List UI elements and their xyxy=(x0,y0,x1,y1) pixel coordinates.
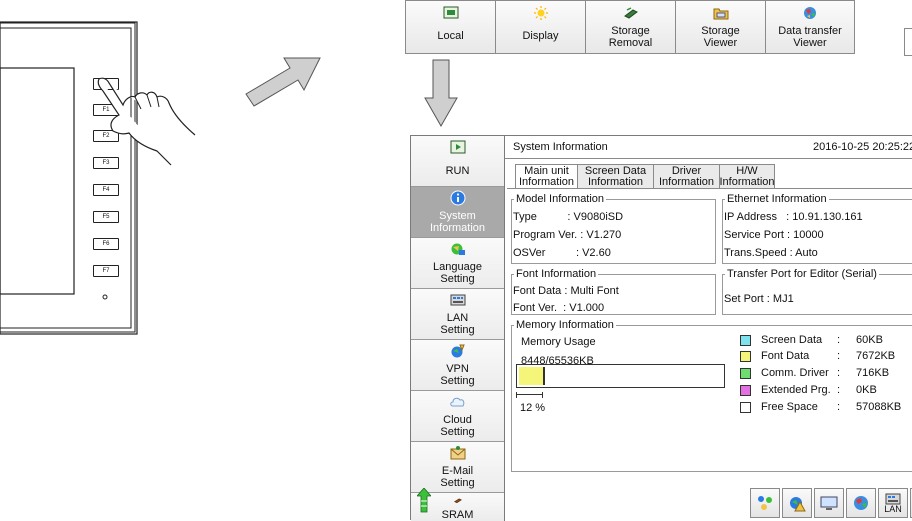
sidebar-item-vpn-setting[interactable]: VPN Setting xyxy=(411,340,504,391)
sidebar-item-language-setting[interactable]: Language Setting xyxy=(411,238,504,289)
sidebar-item-label: VPN Setting xyxy=(440,363,475,387)
sidebar-item-label: Cloud Setting xyxy=(440,414,475,438)
display-label: Display xyxy=(522,30,559,42)
sidebar-item-label: Language Setting xyxy=(433,261,482,285)
globe-icon xyxy=(854,496,868,510)
folder-icon xyxy=(713,8,728,20)
local-label: Local xyxy=(437,30,464,42)
legend-colon: : xyxy=(837,384,841,396)
sidebar-item-cloud-setting[interactable]: Cloud Setting xyxy=(411,391,504,442)
cloud-icon xyxy=(449,397,464,407)
legend-name: Screen Data xyxy=(761,334,823,346)
run-icon xyxy=(450,140,465,154)
fkey-f6[interactable]: F6 xyxy=(93,238,119,250)
legend-swatch xyxy=(740,402,751,413)
legend-size: 57088KB xyxy=(856,401,902,413)
data-transfer-viewer-button[interactable]: Data transfer Viewer xyxy=(765,0,855,54)
legend-size: 7672KB xyxy=(856,350,896,362)
legend-name: Free Space xyxy=(761,401,818,413)
sidebar-item-label: LAN Setting xyxy=(440,312,475,336)
sun-icon xyxy=(533,6,548,20)
memory-visuals: 12 % Screen Data : 60KB Font Data : 7672… xyxy=(504,135,912,520)
vpn-warning-icon xyxy=(790,497,806,512)
globe-button[interactable] xyxy=(846,488,876,518)
sidebar-item-run[interactable]: RUN xyxy=(411,136,504,187)
legend-swatch xyxy=(740,368,751,379)
monitor-icon xyxy=(820,496,838,510)
sidebar-item-system-information[interactable]: System Information xyxy=(411,187,504,238)
top-toolbar: Local Display Storage Removal Storage Vi… xyxy=(405,0,855,56)
language-icon xyxy=(451,243,465,255)
network-users-button[interactable] xyxy=(750,488,780,518)
email-icon xyxy=(450,446,465,460)
network-users-icon xyxy=(758,496,772,510)
data-transfer-viewer-label: Data transfer Viewer xyxy=(778,25,842,49)
legend-name: Comm. Driver xyxy=(761,367,829,379)
display-button[interactable]: Display xyxy=(495,0,585,54)
diagonal-arrow-icon xyxy=(245,57,321,107)
fkey-f4[interactable]: F4 xyxy=(93,184,119,196)
lan-button[interactable]: LAN xyxy=(878,488,908,518)
legend-colon: : xyxy=(837,334,841,346)
legend-colon: : xyxy=(837,367,841,379)
memory-percent: 12 % xyxy=(520,402,546,414)
local-screen-icon xyxy=(443,6,458,19)
down-arrow-icon xyxy=(424,59,458,128)
storage-viewer-label: Storage Viewer xyxy=(701,25,740,49)
legend-swatch xyxy=(740,351,751,362)
legend-colon: : xyxy=(837,401,841,413)
globe-icon xyxy=(804,7,816,19)
fkey-f7[interactable]: F7 xyxy=(93,265,119,277)
lan-icon xyxy=(450,294,465,306)
lan-label: LAN xyxy=(884,503,902,514)
legend-size: 60KB xyxy=(856,334,883,346)
sidebar: RUN System Information Language Setting … xyxy=(411,136,505,521)
memory-usage-fill xyxy=(519,367,545,385)
vpn-icon xyxy=(451,344,465,358)
sidebar-item-label: RUN xyxy=(445,165,470,177)
sidebar-item-label: System Information xyxy=(429,210,486,234)
storage-removal-icon xyxy=(623,7,638,19)
sidebar-item-label: E-Mail Setting xyxy=(440,465,475,489)
legend-name: Extended Prg. xyxy=(761,384,831,396)
vpn-status-button[interactable] xyxy=(782,488,812,518)
hmi-device-illustration: F1 F2 F3 F4 F5 F6 F7 xyxy=(0,0,196,336)
legend-size: 716KB xyxy=(856,367,890,379)
fkey-f5[interactable]: F5 xyxy=(93,211,119,223)
memory-scale-marker xyxy=(516,392,543,398)
memory-usage-bar xyxy=(516,364,725,388)
legend-swatch xyxy=(740,335,751,346)
sidebar-item-email-setting[interactable]: E-Mail Setting xyxy=(411,442,504,493)
pointing-hand-icon xyxy=(97,77,196,166)
legend-size: 0KB xyxy=(856,384,877,396)
legend-name: Font Data xyxy=(761,350,810,362)
legend-swatch xyxy=(740,385,751,396)
sidebar-item-lan-setting[interactable]: LAN Setting xyxy=(411,289,504,340)
storage-removal-label: Storage Removal xyxy=(608,25,653,49)
lan-icon xyxy=(885,493,901,504)
monitor-button[interactable] xyxy=(814,488,844,518)
local-button[interactable]: Local xyxy=(405,0,495,54)
storage-viewer-button[interactable]: Storage Viewer xyxy=(675,0,765,54)
sidebar-item-label: SRAM xyxy=(441,509,474,521)
bottom-icon-bar: LAN xyxy=(748,488,912,518)
info-icon xyxy=(450,190,465,206)
legend-colon: : xyxy=(837,350,841,362)
storage-removal-button[interactable]: Storage Removal xyxy=(585,0,675,54)
scroll-up-icon[interactable] xyxy=(417,488,431,514)
toolbar-edge xyxy=(904,28,912,56)
sram-icon xyxy=(453,498,462,504)
